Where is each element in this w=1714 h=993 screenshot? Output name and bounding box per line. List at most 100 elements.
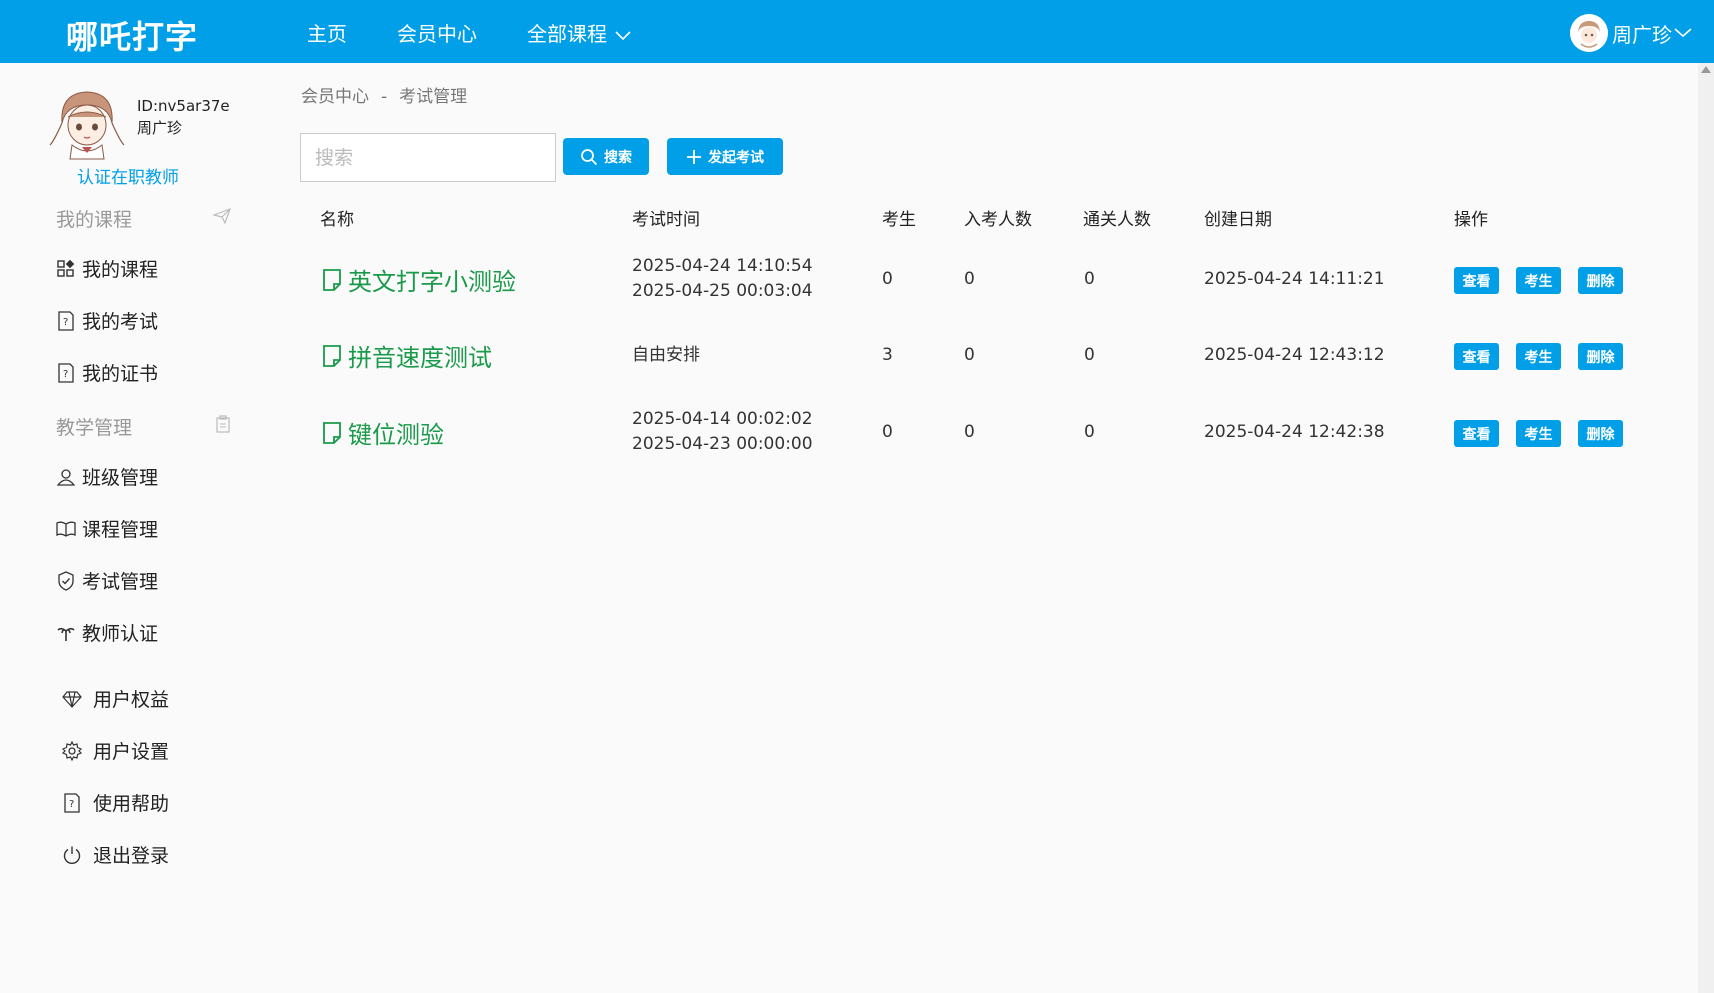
view-button[interactable]: 查看 [1454,420,1499,447]
grid-icon [56,259,76,279]
user-icon [56,467,76,487]
passed-count: 0 [1084,422,1095,442]
sidebar-item-exam-management[interactable]: 考试管理 [56,567,158,594]
delete-button[interactable]: 删除 [1578,343,1623,370]
column-header-created: 创建日期 [1204,210,1272,230]
delete-button[interactable]: 删除 [1578,267,1623,294]
user-name: 周广珍 [1612,22,1672,47]
section-my-courses-label: 我的课程 [56,209,133,231]
sidebar-item-label: 我的课程 [82,259,159,281]
nav-member-center[interactable]: 会员中心 [397,18,477,47]
delete-button[interactable]: 删除 [1578,420,1623,447]
column-header-passed: 通关人数 [1083,210,1151,230]
search-button[interactable]: 搜索 [563,138,649,175]
students-button[interactable]: 考生 [1516,420,1561,447]
sidebar-item-label: 教师认证 [82,623,159,645]
nav-home[interactable]: 主页 [307,18,347,47]
sidebar-item-label: 使用帮助 [93,793,170,815]
site-logo[interactable]: 哪吒打字 [66,12,198,58]
exam-name: 拼音速度测试 [348,344,492,372]
certify-teacher-link[interactable]: 认证在职教师 [77,163,179,188]
sidebar-item-label: 退出登录 [93,845,170,867]
sidebar-item-label: 我的证书 [82,363,159,385]
sidebar-item-class-management[interactable]: 班级管理 [56,463,158,490]
exam-name-link[interactable]: 英文打字小测验 [322,262,516,297]
column-header-name: 名称 [320,210,354,230]
create-exam-button-label: 发起考试 [708,149,764,166]
shield-check-icon [56,570,76,591]
search-input[interactable] [300,133,556,182]
exam-name: 键位测验 [348,421,444,449]
scroll-up-arrow-icon[interactable] [1701,66,1711,73]
passed-count: 0 [1084,345,1095,365]
exam-time-start: 2025-04-14 00:02:02 [632,409,813,429]
created-date: 2025-04-24 12:43:12 [1204,345,1385,365]
sidebar-item-help[interactable]: ? 使用帮助 [62,789,169,816]
students-count: 0 [882,422,893,442]
power-icon [62,845,82,865]
sidebar-item-my-exams[interactable]: ? 我的考试 [56,307,158,334]
profile-id: ID:nv5ar37e [137,97,230,115]
exam-name-link[interactable]: 键位测验 [322,415,444,450]
plus-icon [687,149,701,164]
help-doc-icon: ? [62,792,82,813]
exam-time-end: 2025-04-23 00:00:00 [632,434,813,454]
column-header-students: 考生 [882,210,916,230]
chevron-down-icon [1674,28,1692,38]
exam-name: 英文打字小测验 [348,268,516,296]
breadcrumb: 会员中心 - 考试管理 [301,82,467,107]
column-header-exam-time: 考试时间 [632,210,700,230]
sidebar-item-teacher-certification[interactable]: 教师认证 [56,619,158,646]
exam-time-start: 2025-04-24 14:10:54 [632,256,813,276]
sidebar-item-my-courses[interactable]: 我的课程 [56,255,158,282]
page-scrollbar[interactable] [1698,63,1714,993]
sidebar-item-course-management[interactable]: 课程管理 [56,515,158,542]
exam-time-start: 自由安排 [632,345,700,365]
created-date: 2025-04-24 14:11:21 [1204,269,1385,289]
sidebar-item-my-certificates[interactable]: ? 我的证书 [56,359,158,386]
students-count: 0 [882,269,893,289]
view-button[interactable]: 查看 [1454,343,1499,370]
profile-name: 周广珍 [137,119,183,137]
sidebar: ID:nv5ar37e 周广珍 认证在职教师 我的课程 我的课程 ? 我的考试 … [0,63,258,993]
sidebar-item-user-benefits[interactable]: 用户权益 [62,685,169,712]
sidebar-item-user-settings[interactable]: 用户设置 [62,737,169,764]
profile-avatar [49,91,125,160]
search-icon [581,148,598,165]
sidebar-item-logout[interactable]: 退出登录 [62,841,169,868]
exam-doc-icon: ? [56,310,76,331]
breadcrumb-parent[interactable]: 会员中心 [301,87,369,107]
chevron-down-icon [615,30,631,40]
exam-time-end: 2025-04-25 00:03:04 [632,281,813,301]
document-icon [323,421,341,444]
certificate-doc-icon: ? [56,362,76,383]
sidebar-item-label: 用户权益 [93,689,170,711]
students-count: 3 [882,345,893,365]
column-header-entered: 入考人数 [964,210,1032,230]
students-button[interactable]: 考生 [1516,267,1561,294]
book-icon [56,519,76,539]
create-exam-button[interactable]: 发起考试 [667,138,783,175]
top-navbar: 哪吒打字 主页 会员中心 全部课程 周广珍 [0,0,1714,63]
column-header-actions: 操作 [1454,210,1488,230]
diamond-icon [62,689,82,709]
nav-all-courses[interactable]: 全部课程 [527,18,631,47]
view-button[interactable]: 查看 [1454,267,1499,294]
clipboard-icon [216,415,230,433]
sidebar-item-label: 考试管理 [82,571,159,593]
user-menu[interactable]: 周广珍 [1570,14,1692,52]
svg-text:?: ? [63,317,68,328]
svg-text:?: ? [63,369,68,380]
created-date: 2025-04-24 12:42:38 [1204,422,1385,442]
sidebar-item-label: 用户设置 [93,741,170,763]
sidebar-item-label: 我的考试 [82,311,159,333]
entered-count: 0 [964,422,975,442]
breadcrumb-current: 考试管理 [399,87,468,107]
sidebar-item-label: 课程管理 [82,519,159,541]
passed-count: 0 [1084,269,1095,289]
breadcrumb-separator: - [381,87,388,107]
gear-icon [62,740,82,761]
students-button[interactable]: 考生 [1516,343,1561,370]
avatar [1570,14,1608,52]
exam-name-link[interactable]: 拼音速度测试 [322,338,492,373]
